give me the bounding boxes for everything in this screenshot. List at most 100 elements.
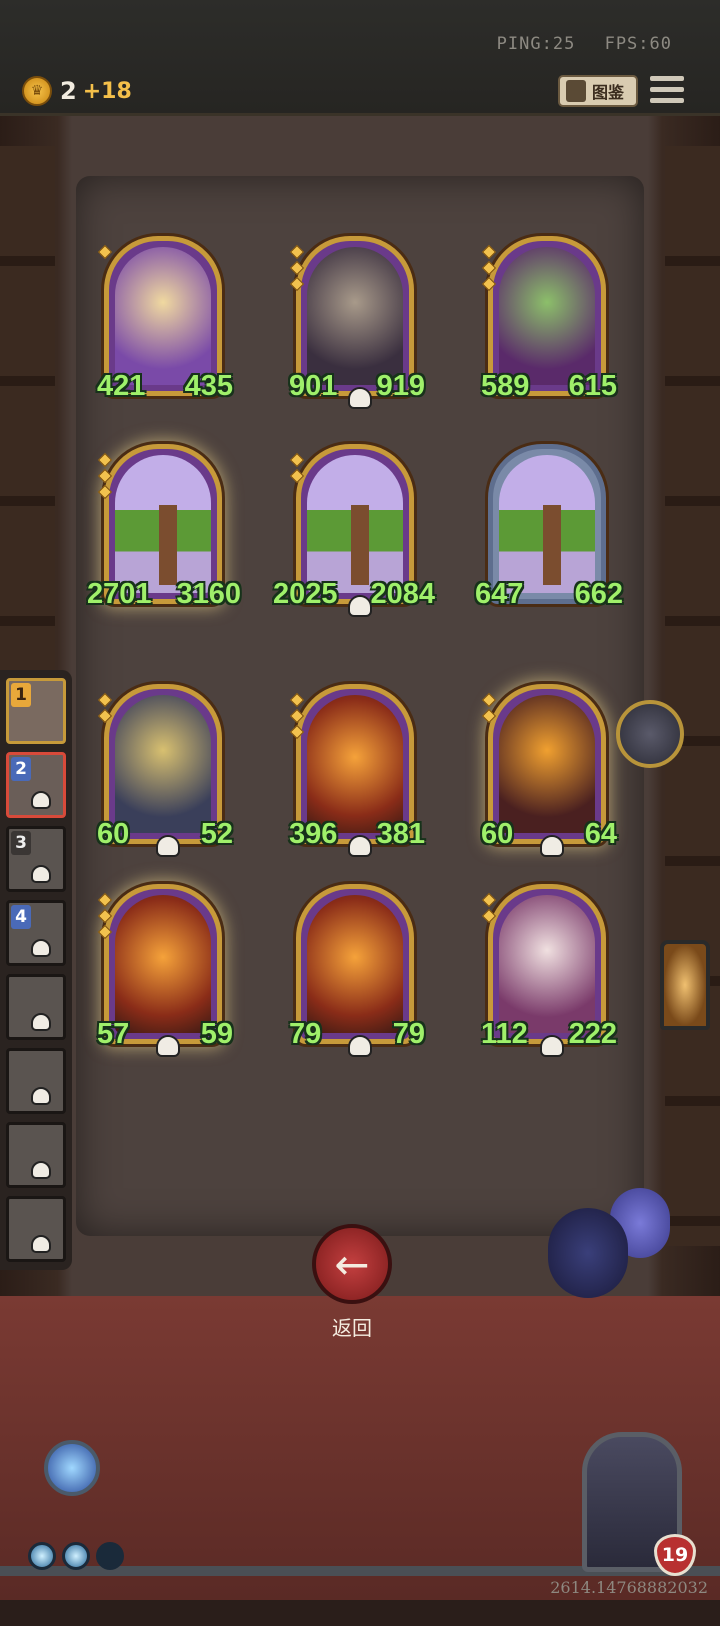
fire-elemental-art [307, 895, 403, 1033]
lamp-icon [660, 940, 710, 1030]
health-value: 2084 [370, 578, 435, 610]
health-value: 79 [392, 1018, 425, 1050]
codex-button[interactable]: 图鉴 [558, 75, 638, 107]
roster-slot[interactable]: 1 [6, 678, 66, 744]
roster-slot[interactable]: 4 [6, 900, 66, 966]
gold-count: 2 [60, 77, 77, 105]
player-roster: 1 2 3 4 [0, 670, 72, 1270]
codex-label: 图鉴 [592, 83, 625, 102]
unit-card[interactable]: 57 59 [97, 884, 233, 1057]
roster-slot[interactable] [6, 974, 66, 1040]
treant-art [115, 455, 211, 593]
robot-team-art [115, 695, 211, 833]
network-stats: PING:25 FPS:60 [479, 34, 672, 54]
skull-icon [31, 1087, 51, 1105]
skull-icon [31, 939, 51, 957]
cactus-witch-art [499, 247, 595, 385]
rank-badge: 2 [11, 757, 31, 781]
health-value: 615 [568, 370, 617, 402]
pocketwatch-icon[interactable] [616, 700, 684, 768]
health-value: 222 [568, 1018, 617, 1050]
unit-card[interactable]: 901 919 [289, 236, 425, 409]
unit-card[interactable]: 2025 2084 [273, 444, 435, 617]
skull-icon [156, 835, 180, 857]
attack-value: 589 [481, 370, 530, 402]
skull-icon [156, 1035, 180, 1057]
health-value: 59 [200, 1018, 233, 1050]
back-label: 返回 [332, 1316, 372, 1340]
attack-value: 2701 [87, 578, 152, 610]
unit-card[interactable]: 647 662 [475, 444, 623, 610]
attack-value: 901 [289, 370, 338, 402]
skull-icon [540, 835, 564, 857]
attack-value: 79 [289, 1018, 322, 1050]
tiki-mask-art [307, 247, 403, 385]
skull-icon [31, 865, 51, 883]
skull-icon [348, 1035, 372, 1057]
back-button[interactable]: ← [312, 1224, 392, 1304]
rank-badge: 1 [11, 683, 31, 707]
skull-icon [348, 595, 372, 617]
attack-value: 112 [481, 1018, 528, 1050]
attack-value: 647 [475, 578, 524, 610]
unit-card[interactable]: 421 435 [97, 236, 233, 402]
coin-icon: ♛ [22, 76, 52, 106]
flower-fairy-art [115, 247, 211, 385]
jester-art [499, 895, 595, 1033]
orb-charge-icon [96, 1542, 124, 1570]
health-value: 64 [584, 818, 617, 850]
attack-value: 396 [289, 818, 338, 850]
treant-art [499, 455, 595, 593]
health-value: 435 [184, 370, 233, 402]
roster-slot[interactable]: 2 [6, 752, 66, 818]
health-value: 381 [376, 818, 425, 850]
skull-icon [31, 791, 51, 809]
roster-slot[interactable] [6, 1122, 66, 1188]
unit-card[interactable]: 60 52 [97, 684, 233, 857]
roster-slot[interactable]: 3 [6, 826, 66, 892]
unit-card[interactable]: 112 222 [481, 884, 617, 1057]
top-bar: PING:25 FPS:60 ♛ 2 +18 图鉴 [0, 0, 720, 116]
skull-icon [540, 1035, 564, 1057]
unit-card[interactable]: 589 615 [481, 236, 617, 402]
skull-icon [31, 1013, 51, 1031]
roster-slot[interactable] [6, 1196, 66, 1262]
ping-readout: PING:25 [496, 34, 576, 54]
skull-icon [348, 835, 372, 857]
orb-charge-icon [28, 1542, 56, 1570]
fps-readout: FPS:60 [604, 34, 672, 54]
skull-icon [31, 1235, 51, 1253]
attack-value: 60 [481, 818, 514, 850]
treant-art [307, 455, 403, 593]
attack-value: 57 [97, 1018, 130, 1050]
rank-badge: 3 [11, 831, 31, 855]
gold-display: ♛ 2 +18 [22, 76, 132, 106]
roster-slot[interactable] [6, 1048, 66, 1114]
unit-card[interactable]: 2701 3160 [87, 444, 241, 610]
footer-number: 2614.14768882032 [550, 1578, 708, 1597]
book-icon [566, 80, 586, 102]
skull-icon [31, 1161, 51, 1179]
rank-badge: 4 [11, 905, 31, 929]
menu-icon [650, 76, 684, 81]
unit-card[interactable]: 396 381 [289, 684, 425, 857]
flame-rider-art [307, 695, 403, 833]
orb-charge-icon [62, 1542, 90, 1570]
arrow-left-icon: ← [334, 1239, 370, 1289]
attack-value: 2025 [273, 578, 338, 610]
bookshelf-right [665, 146, 720, 1246]
attack-value: 421 [97, 370, 146, 402]
gold-income: +18 [82, 78, 132, 104]
health-value: 662 [574, 578, 623, 610]
attack-value: 60 [97, 818, 130, 850]
menu-button[interactable] [650, 76, 684, 106]
lava-golem-art [499, 695, 595, 833]
health-value: 3160 [176, 578, 241, 610]
unit-card[interactable]: 79 79 [289, 884, 425, 1057]
health-value: 919 [376, 370, 425, 402]
phoenix-angel-art [115, 895, 211, 1033]
unit-card[interactable]: 60 64 [481, 684, 617, 857]
crystal-ball-icon[interactable] [44, 1440, 100, 1496]
skull-icon [348, 387, 372, 409]
fox-pet[interactable] [540, 1178, 670, 1318]
